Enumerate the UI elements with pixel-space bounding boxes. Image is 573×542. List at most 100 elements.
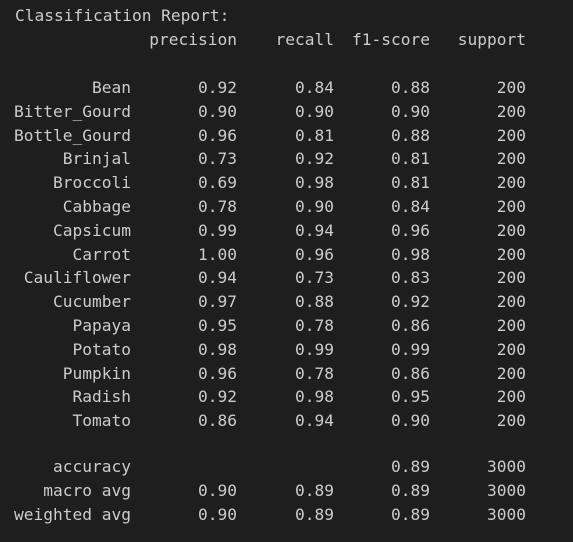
precision-value: 0.97 xyxy=(198,292,237,312)
precision-value: 0.92 xyxy=(198,78,237,97)
f1-score-value: 0.84 xyxy=(391,197,430,216)
recall-value: 0.98 xyxy=(295,387,334,407)
f1-score-value: 0.92 xyxy=(391,292,430,312)
class-row: Pumpkin 0.96 0.78 0.86 200 xyxy=(0,362,573,386)
summary-row: macro avg 0.90 0.89 0.89 3000 xyxy=(0,479,573,503)
precision-value: 0.98 xyxy=(198,339,237,359)
support-value: 200 xyxy=(496,244,526,264)
f1-score-value: 0.90 xyxy=(391,411,430,431)
f1-score-value: 0.90 xyxy=(391,101,430,121)
f1-score-value: 0.86 xyxy=(391,363,430,383)
f1-score-value: 0.89 xyxy=(391,481,430,500)
header-precision: precision xyxy=(149,30,237,49)
report-title: Classification Report: xyxy=(15,6,230,25)
class-row: Radish 0.92 0.98 0.95 200 xyxy=(0,385,573,409)
precision-value: 0.96 xyxy=(198,363,237,383)
row-label: Tomato xyxy=(72,411,131,431)
recall-value: 0.99 xyxy=(295,339,334,359)
f1-score-value: 0.96 xyxy=(391,220,430,240)
summary-row: accuracy 0.89 3000 xyxy=(0,455,573,479)
f1-score-value: 0.88 xyxy=(391,125,430,145)
support-value: 200 xyxy=(496,125,526,145)
recall-value: 0.78 xyxy=(295,316,334,335)
recall-value: 0.94 xyxy=(295,411,334,431)
row-label: Bitter_Gourd xyxy=(14,101,131,121)
precision-value: 0.94 xyxy=(198,268,237,288)
precision-value: 0.73 xyxy=(198,149,237,169)
recall-value: 0.73 xyxy=(295,268,334,288)
support-value: 200 xyxy=(496,101,526,121)
row-label: weighted avg xyxy=(14,505,131,524)
header-f1-score: f1-score xyxy=(352,30,430,49)
precision-value: 0.90 xyxy=(198,505,237,524)
row-label: Cucumber xyxy=(53,292,131,312)
row-label: Cauliflower xyxy=(23,268,131,288)
f1-score-value: 0.81 xyxy=(391,173,430,193)
f1-score-value: 0.95 xyxy=(391,387,430,407)
row-label: Bean xyxy=(92,78,131,97)
recall-value: 0.90 xyxy=(295,197,334,216)
row-label: Papaya xyxy=(72,316,131,335)
header-support: support xyxy=(457,30,526,49)
precision-value: 0.95 xyxy=(198,316,237,335)
class-row: Papaya 0.95 0.78 0.86 200 xyxy=(0,314,573,338)
row-label: Brinjal xyxy=(62,149,131,169)
row-label: Bottle_Gourd xyxy=(14,125,131,145)
support-value: 3000 xyxy=(487,481,526,500)
class-row: Bean 0.92 0.84 0.88 200 xyxy=(0,76,573,100)
header-recall: recall xyxy=(275,30,334,49)
support-value: 200 xyxy=(496,78,526,97)
report-header-row: precision recall f1-score support xyxy=(0,28,573,52)
recall-value: 0.94 xyxy=(295,220,334,240)
recall-value: 0.90 xyxy=(295,101,334,121)
precision-value: 0.99 xyxy=(198,220,237,240)
precision-value: 1.00 xyxy=(198,244,237,264)
class-row: Bottle_Gourd 0.96 0.81 0.88 200 xyxy=(0,124,573,148)
f1-score-value: 0.89 xyxy=(391,457,430,476)
support-value: 200 xyxy=(496,363,526,383)
support-value: 3000 xyxy=(487,505,526,524)
precision-value: 0.96 xyxy=(198,125,237,145)
precision-value: 0.90 xyxy=(198,481,237,500)
row-label: macro avg xyxy=(43,481,131,500)
precision-value: 0.69 xyxy=(198,173,237,193)
f1-score-value: 0.89 xyxy=(391,505,430,524)
recall-value: 0.92 xyxy=(295,149,334,169)
support-value: 200 xyxy=(496,316,526,335)
support-value: 3000 xyxy=(487,457,526,476)
precision-value: 0.90 xyxy=(198,101,237,121)
report-title-line: Classification Report: xyxy=(0,4,573,28)
class-row: Bitter_Gourd 0.90 0.90 0.90 200 xyxy=(0,100,573,124)
f1-score-value: 0.88 xyxy=(391,78,430,97)
class-row: Capsicum 0.99 0.94 0.96 200 xyxy=(0,219,573,243)
precision-value: 0.78 xyxy=(198,197,237,216)
support-value: 200 xyxy=(496,220,526,240)
recall-value: 0.78 xyxy=(295,363,334,383)
support-value: 200 xyxy=(496,149,526,169)
recall-value: 0.96 xyxy=(295,244,334,264)
row-label: Carrot xyxy=(72,244,131,264)
recall-value: 0.89 xyxy=(295,481,334,500)
row-label: Pumpkin xyxy=(62,363,131,383)
row-label: Broccoli xyxy=(53,173,131,193)
row-label: Radish xyxy=(72,387,131,407)
class-row: Brinjal 0.73 0.92 0.81 200 xyxy=(0,147,573,171)
support-value: 200 xyxy=(496,173,526,193)
recall-value: 0.81 xyxy=(295,125,334,145)
support-value: 200 xyxy=(496,387,526,407)
class-row: Broccoli 0.69 0.98 0.81 200 xyxy=(0,171,573,195)
class-row: Cabbage 0.78 0.90 0.84 200 xyxy=(0,195,573,219)
row-label: Potato xyxy=(72,339,131,359)
f1-score-value: 0.83 xyxy=(391,268,430,288)
support-value: 200 xyxy=(496,411,526,431)
recall-value: 0.84 xyxy=(295,78,334,97)
class-row: Tomato 0.86 0.94 0.90 200 xyxy=(0,409,573,433)
f1-score-value: 0.81 xyxy=(391,149,430,169)
row-label: Cabbage xyxy=(62,197,131,216)
class-row: Potato 0.98 0.99 0.99 200 xyxy=(0,338,573,362)
row-label: accuracy xyxy=(53,457,131,476)
f1-score-value: 0.98 xyxy=(391,244,430,264)
recall-value: 0.98 xyxy=(295,173,334,193)
f1-score-value: 0.86 xyxy=(391,316,430,335)
f1-score-value: 0.99 xyxy=(391,339,430,359)
